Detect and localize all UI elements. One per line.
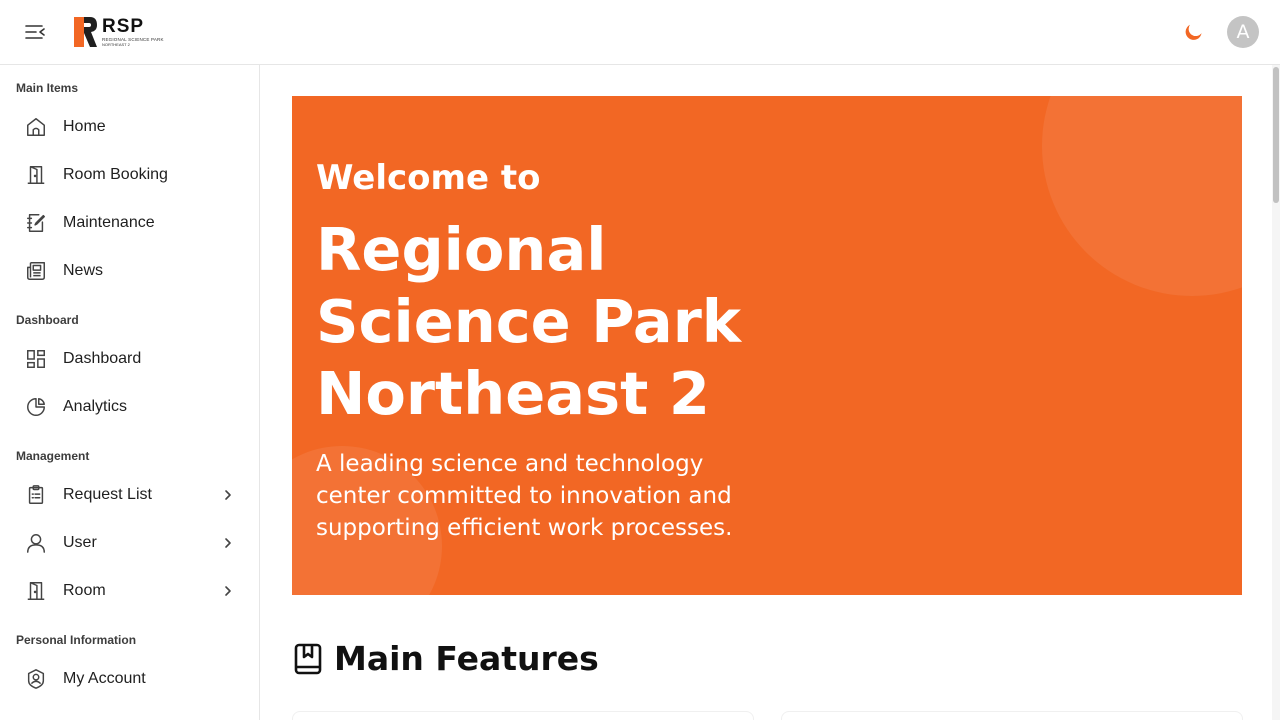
sidebar: Main Items Home Room Booking Maintenance: [0, 65, 260, 720]
decorative-circle: [1042, 96, 1242, 296]
sidebar-item-maintenance[interactable]: Maintenance: [8, 201, 252, 245]
hero-banner: Welcome to Regional Science Park Northea…: [292, 96, 1242, 595]
section-title-management: Management: [16, 449, 90, 463]
scroll-thumb[interactable]: [1273, 67, 1279, 203]
door-icon: [24, 163, 48, 187]
top-bar: RSP REGIONAL SCIENCE PARK NORTHEAST 2 A: [0, 0, 1280, 65]
theme-toggle-moon-icon[interactable]: [1182, 20, 1206, 44]
home-icon: [24, 115, 48, 139]
sidebar-item-label: Analytics: [63, 398, 128, 415]
sidebar-item-home[interactable]: Home: [8, 105, 252, 149]
avatar[interactable]: A: [1227, 16, 1259, 48]
scrollbar[interactable]: [1272, 65, 1280, 720]
sidebar-item-label: Home: [63, 118, 106, 135]
sidebar-item-request-list[interactable]: Request List: [8, 473, 252, 517]
main-content: Welcome to Regional Science Park Northea…: [260, 65, 1272, 720]
collapse-menu-icon[interactable]: [22, 20, 48, 44]
newspaper-icon: [24, 259, 48, 283]
sidebar-item-user[interactable]: User: [8, 521, 252, 565]
section-title-main-items: Main Items: [16, 81, 79, 95]
sidebar-item-news[interactable]: News: [8, 249, 252, 293]
sidebar-item-label: Room Booking: [63, 166, 168, 183]
sidebar-item-label: Maintenance: [63, 214, 155, 231]
features-heading: Main Features: [292, 639, 599, 678]
sidebar-item-label: Dashboard: [63, 350, 142, 367]
hero-welcome: Welcome to: [316, 158, 541, 198]
feature-card[interactable]: [292, 711, 754, 720]
user-shield-icon: [24, 667, 48, 691]
chevron-right-icon: [220, 583, 236, 599]
pie-chart-icon: [24, 395, 48, 419]
clipboard-icon: [24, 483, 48, 507]
sidebar-item-label: News: [63, 262, 104, 279]
sidebar-item-analytics[interactable]: Analytics: [8, 385, 252, 429]
edit-note-icon: [24, 211, 48, 235]
logo-mark-icon: [74, 17, 97, 47]
sidebar-item-label: Room: [63, 582, 106, 599]
chevron-right-icon: [220, 535, 236, 551]
sidebar-item-dashboard[interactable]: Dashboard: [8, 337, 252, 381]
sidebar-item-room[interactable]: Room: [8, 569, 252, 613]
sidebar-item-my-account[interactable]: My Account: [8, 657, 252, 701]
logo-text: RSP: [102, 15, 145, 37]
hero-title: Regional Science Park Northeast 2: [316, 215, 742, 428]
logo-subtitle-2: NORTHEAST 2: [102, 42, 130, 48]
door-icon: [24, 579, 48, 603]
feature-card[interactable]: [781, 711, 1243, 720]
features-title: Main Features: [334, 639, 599, 678]
section-title-personal-information: Personal Information: [16, 633, 137, 647]
logo[interactable]: RSP REGIONAL SCIENCE PARK NORTHEAST 2: [72, 14, 164, 50]
book-icon: [292, 642, 324, 676]
sidebar-item-label: User: [63, 534, 97, 551]
section-title-dashboard: Dashboard: [16, 313, 79, 327]
grid-icon: [24, 347, 48, 371]
chevron-right-icon: [220, 487, 236, 503]
sidebar-item-room-booking[interactable]: Room Booking: [8, 153, 252, 197]
user-icon: [24, 531, 48, 555]
sidebar-item-label: Request List: [63, 486, 152, 503]
partial-icon: [24, 715, 48, 720]
sidebar-item-partial[interactable]: [8, 705, 252, 720]
sidebar-item-label: My Account: [63, 670, 146, 687]
hero-description: A leading science and technology center …: [316, 451, 733, 541]
